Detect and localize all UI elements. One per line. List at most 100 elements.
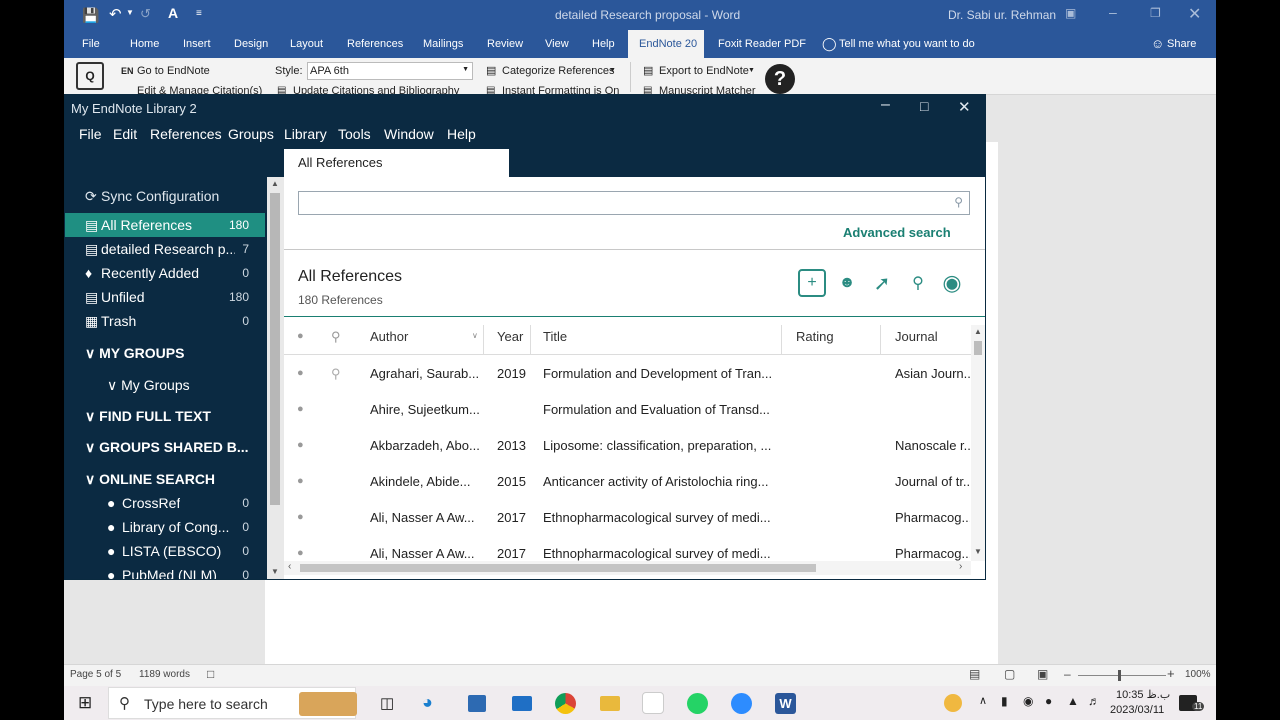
tab-endnote[interactable]: EndNote 20 [628, 30, 704, 58]
export-dropdown-icon[interactable]: ▼ [748, 67, 755, 74]
volume-icon[interactable]: ♬ [1088, 694, 1100, 708]
help-icon[interactable]: ? [765, 64, 795, 94]
table-row[interactable]: ● ⚲ Agrahari, Saurab... 2019 Formulation and… [284, 357, 971, 393]
column-journal[interactable]: Journal [895, 329, 938, 344]
table-row[interactable]: ● Akbarzadeh, Abo... 2013 Liposome: classif… [284, 429, 971, 465]
zoom-out-icon[interactable]: – [1064, 667, 1071, 681]
column-year[interactable]: Year [497, 329, 523, 344]
page-indicator[interactable]: Page 5 of 5 [70, 669, 121, 680]
table-row[interactable]: ● Ali, Nasser A Aw... 2017 Ethnopharmacolog… [284, 501, 971, 537]
column-author[interactable]: Author [370, 329, 408, 344]
scroll-left-icon[interactable]: ‹ [288, 561, 291, 572]
scroll-right-icon[interactable]: › [959, 561, 962, 572]
print-layout-icon[interactable]: ▢ [1004, 667, 1015, 681]
app-icon[interactable] [642, 692, 664, 714]
scroll-up-icon[interactable]: ▲ [974, 327, 982, 336]
undo-icon[interactable]: ↶ [109, 5, 122, 23]
clock-date[interactable]: 2023/03/11 [1110, 704, 1164, 716]
quick-search-input[interactable]: ⚲ [298, 191, 970, 215]
online-crossref[interactable]: ● CrossRef 0 [65, 491, 265, 515]
tab-insert[interactable]: Insert [183, 38, 211, 50]
group-trash[interactable]: ▦ Trash 0 [65, 309, 265, 333]
word-count[interactable]: 1189 words [139, 669, 190, 680]
insert-citation-icon[interactable]: Q [76, 62, 104, 90]
attachment-header-icon[interactable]: ⚲ [331, 329, 341, 345]
en-maximize-icon[interactable]: □ [920, 98, 928, 114]
scroll-thumb[interactable] [300, 564, 816, 572]
proofing-icon[interactable]: □ [207, 667, 214, 681]
clock-time[interactable]: 10:35 ب.ظ [1116, 688, 1170, 701]
whatsapp-icon[interactable] [687, 693, 708, 714]
tab-foxit[interactable]: Foxit Reader PDF [718, 38, 806, 50]
store-icon[interactable] [468, 695, 486, 712]
online-lista[interactable]: ● LISTA (EBSCO) 0 [65, 539, 265, 563]
group-recently-added[interactable]: ♦ Recently Added 0 [65, 261, 265, 285]
menu-edit[interactable]: Edit [113, 126, 137, 142]
group-unfiled[interactable]: ▤ Unfiled 180 [65, 285, 265, 309]
tab-design[interactable]: Design [234, 38, 268, 50]
new-reference-icon[interactable]: + [798, 269, 826, 297]
tab-help[interactable]: Help [592, 38, 615, 50]
read-status-header-icon[interactable]: ● [297, 330, 304, 342]
sync-configuration[interactable]: ⟳ Sync Configuration [65, 184, 265, 208]
en-minimize-icon[interactable]: – [881, 96, 890, 114]
zoom-icon[interactable] [731, 693, 752, 714]
tab-layout[interactable]: Layout [290, 38, 323, 50]
column-divider[interactable] [530, 325, 531, 355]
tab-home[interactable]: Home [130, 38, 159, 50]
word-taskbar-icon[interactable]: W [775, 693, 796, 714]
share-arrow-icon[interactable]: ➚ [868, 269, 896, 297]
en-close-icon[interactable]: ✕ [958, 98, 971, 116]
online-pubmed[interactable]: ● PubMed (NLM) 0 [65, 563, 265, 579]
task-view-icon[interactable]: ◫ [380, 694, 394, 712]
menu-file[interactable]: File [79, 126, 102, 142]
sort-chevron-icon[interactable]: ∨ [472, 331, 478, 340]
web-layout-icon[interactable]: ▣ [1037, 667, 1048, 681]
customize-qat-icon[interactable]: ≡ [196, 8, 202, 19]
mail-icon[interactable] [512, 696, 532, 711]
group-detailed-research[interactable]: ▤ detailed Research p... 7 [65, 237, 265, 261]
column-title[interactable]: Title [543, 329, 567, 344]
tab-review[interactable]: Review [487, 38, 523, 50]
save-icon[interactable]: 💾 [82, 7, 99, 24]
zoom-level[interactable]: 100% [1185, 669, 1211, 680]
groups-shared-header[interactable]: ∨ GROUPS SHARED B... [85, 439, 249, 456]
microphone-icon[interactable]: ● [1045, 694, 1052, 708]
scroll-up-icon[interactable]: ▲ [271, 179, 279, 188]
column-divider[interactable] [880, 325, 881, 355]
share-button[interactable]: Share [1167, 38, 1196, 50]
menu-tools[interactable]: Tools [338, 126, 371, 142]
scroll-down-icon[interactable]: ▼ [974, 547, 982, 556]
table-row[interactable]: ● Ahire, Sujeetkum... Formulation and Eval… [284, 393, 971, 429]
scroll-thumb[interactable] [270, 193, 280, 505]
taskbar-search-box[interactable]: ⚲ Type here to search [108, 687, 357, 719]
add-user-icon[interactable]: ☻ [833, 269, 861, 297]
column-divider[interactable] [781, 325, 782, 355]
zoom-in-icon[interactable]: + [1167, 666, 1175, 681]
wifi-icon[interactable]: ▲ [1067, 694, 1079, 708]
style-select[interactable]: APA 6th ▼ [307, 62, 473, 80]
tab-mailings[interactable]: Mailings [423, 38, 463, 50]
menu-help[interactable]: Help [447, 126, 476, 142]
online-search-globe-icon[interactable]: ◉ [938, 269, 966, 297]
edge-icon[interactable]: ◕ [422, 692, 433, 713]
tell-me-box[interactable]: Tell me what you want to do [839, 38, 975, 50]
weather-icon[interactable] [944, 694, 962, 712]
online-search-header[interactable]: ∨ ONLINE SEARCH [85, 471, 215, 488]
close-icon[interactable]: ✕ [1188, 4, 1201, 24]
column-divider[interactable] [483, 325, 484, 355]
list-horizontal-scrollbar[interactable]: ‹ › [284, 561, 971, 575]
find-full-text-header[interactable]: ∨ FIND FULL TEXT [85, 408, 211, 425]
zoom-slider[interactable] [1078, 675, 1166, 676]
my-groups-item[interactable]: ∨ My Groups [107, 377, 190, 394]
menu-groups[interactable]: Groups [228, 126, 274, 142]
user-name[interactable]: Dr. Sabi ur. Rehman [948, 8, 1056, 22]
minimize-icon[interactable]: – [1109, 4, 1117, 20]
export-to-endnote-button[interactable]: Export to EndNote [659, 65, 749, 77]
show-hidden-icons-icon[interactable]: ∧ [979, 694, 987, 707]
list-vertical-scrollbar[interactable]: ▲ ▼ [971, 325, 985, 561]
chrome-icon[interactable] [555, 693, 576, 714]
tab-file[interactable]: File [82, 38, 100, 50]
categorize-references-button[interactable]: Categorize References [502, 65, 615, 77]
tab-all-references[interactable]: All References [284, 149, 509, 177]
